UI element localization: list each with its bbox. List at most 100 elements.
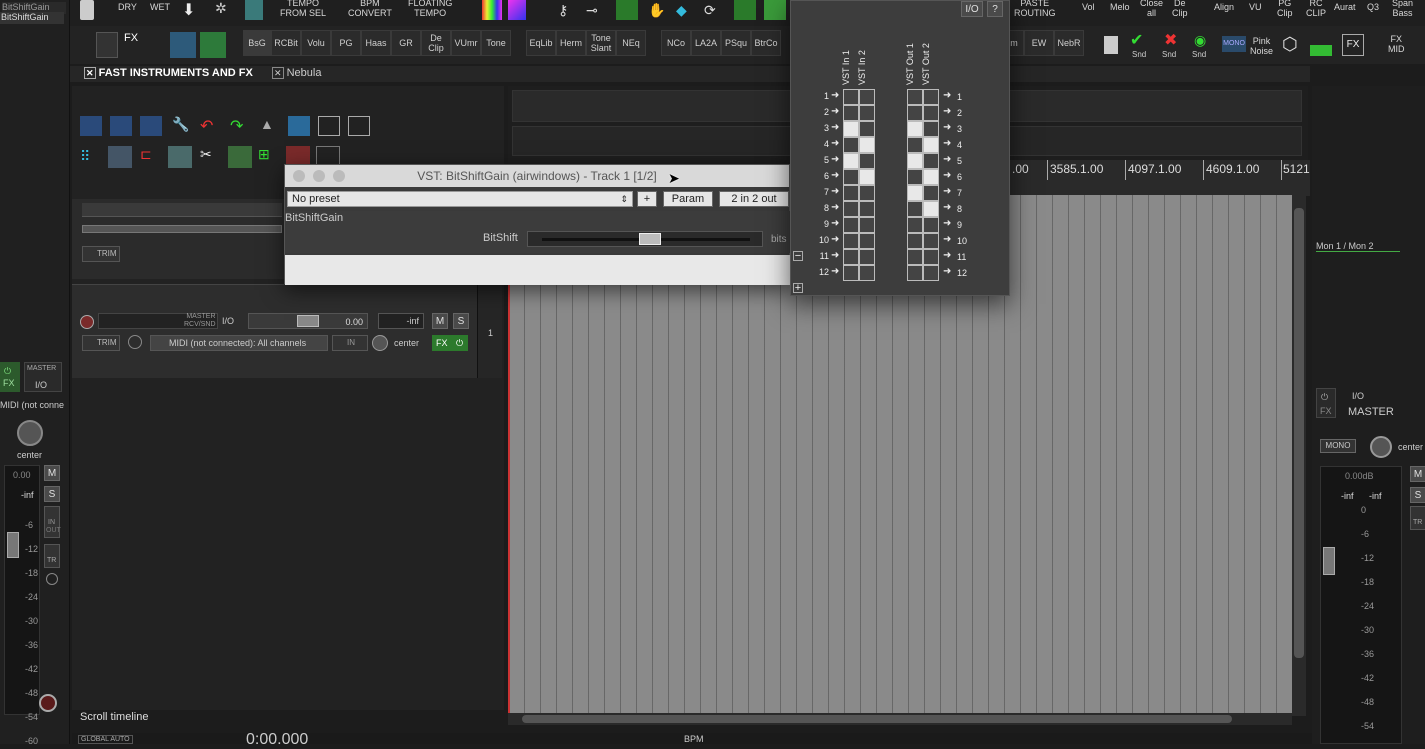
copy-icon[interactable] (348, 116, 370, 136)
pin-out-cell[interactable] (907, 153, 923, 169)
pin-out-cell[interactable] (907, 217, 923, 233)
horizontal-scrollbar[interactable] (508, 713, 1292, 725)
minimize-window-icon[interactable] (313, 170, 325, 182)
plug-icon[interactable]: ⊸ (586, 2, 598, 19)
io-routing-button[interactable]: 2 in 2 out (719, 191, 789, 207)
close-all-button[interactable]: Close all (1140, 0, 1163, 18)
add-tracks-icon[interactable] (764, 0, 786, 20)
psqu-button[interactable]: PSqu (721, 30, 751, 56)
scissors-icon[interactable]: ✂ (200, 146, 212, 163)
declip-fx-button[interactable]: De Clip (421, 30, 451, 56)
pg-clip-button[interactable]: PG Clip (1277, 0, 1293, 18)
close-window-icon[interactable] (293, 170, 305, 182)
pink-noise-button[interactable]: Pink Noise (1250, 36, 1273, 56)
pin-in-cell[interactable] (859, 105, 875, 121)
trash-icon[interactable] (80, 0, 94, 20)
tab-nebula[interactable]: ✕ Nebula (272, 67, 321, 81)
track-mute-button[interactable]: M (432, 313, 448, 329)
pencil-color-icon[interactable] (508, 0, 526, 20)
diamond-icon[interactable]: ◆ (676, 2, 687, 19)
pin-in-cell[interactable] (859, 201, 875, 217)
pin-out-cell[interactable] (923, 233, 939, 249)
pin-in-cell[interactable] (843, 105, 859, 121)
floating-tempo-button[interactable]: FLOATING TEMPO (408, 0, 452, 18)
midi-input-text[interactable]: MIDI (not conne (0, 400, 70, 410)
loop-icon[interactable]: ⟳ (704, 2, 716, 19)
volume-fader-handle[interactable] (7, 532, 19, 558)
pin-out-cell[interactable] (923, 137, 939, 153)
phase-icon[interactable] (46, 573, 58, 585)
paste-routing-button[interactable]: PASTE ROUTING (1014, 0, 1056, 18)
dry-button[interactable]: DRY (118, 2, 137, 12)
solo-button[interactable]: S (44, 486, 60, 502)
pin-in-cell[interactable] (843, 201, 859, 217)
volu-button[interactable]: Volu (301, 30, 331, 56)
param-button[interactable]: Param (663, 191, 713, 207)
pin-in-cell[interactable] (843, 89, 859, 105)
pin-in-cell[interactable] (843, 121, 859, 137)
fx-window-icon[interactable]: FX (1342, 34, 1364, 56)
pin-out-cell[interactable] (923, 169, 939, 185)
plugin-titlebar[interactable]: VST: BitShiftGain (airwindows) - Track 1… (285, 165, 789, 187)
add-pins-button[interactable]: + (793, 283, 803, 294)
global-automation-button[interactable]: GLOBAL AUTO (78, 735, 133, 744)
vertical-scrollbar-thumb[interactable] (1294, 208, 1304, 658)
vu-button[interactable]: VU (1249, 2, 1262, 12)
pin-out-cell[interactable] (923, 185, 939, 201)
color-icon[interactable] (482, 0, 502, 20)
fx-enable-button[interactable]: ⏻ FX (0, 362, 20, 392)
tab-fast-instruments[interactable]: ✕ FAST INSTRUMENTS AND FX (84, 67, 253, 81)
pin-out-cell[interactable] (923, 105, 939, 121)
pin-in-cell[interactable] (859, 169, 875, 185)
remove-pins-button[interactable]: − (793, 251, 803, 262)
pin-in-cell[interactable] (859, 153, 875, 169)
add-preset-button[interactable]: + (637, 191, 657, 207)
routing-icon[interactable] (170, 32, 196, 58)
rc-clip-button[interactable]: RC CLIP (1306, 0, 1326, 18)
bpm-convert-button[interactable]: BPM CONVERT (348, 0, 392, 18)
preset-select[interactable]: No preset ⇕ (287, 191, 633, 207)
width-slider[interactable] (82, 225, 282, 233)
vumr-button[interactable]: VUmr (451, 30, 481, 56)
pin-in-cell[interactable] (843, 169, 859, 185)
record-arm-icon[interactable] (39, 694, 57, 712)
eqlib-button[interactable]: EqLib (526, 30, 556, 56)
herm-button[interactable]: Herm (556, 30, 586, 56)
param-slider[interactable] (527, 231, 763, 247)
mute-button[interactable]: M (44, 465, 60, 481)
track-pan-knob[interactable] (372, 335, 388, 351)
pin-out-cell[interactable] (923, 89, 939, 105)
master-pan-knob[interactable] (1370, 436, 1392, 458)
record-arm-button[interactable] (80, 315, 94, 329)
pin-in-cell[interactable] (843, 217, 859, 233)
master-fx-button[interactable]: ⏻ FX (1316, 388, 1336, 418)
pin-out-cell[interactable] (907, 249, 923, 265)
nco-button[interactable]: NCo (661, 30, 691, 56)
pin-out-cell[interactable] (907, 137, 923, 153)
pin-out-cell[interactable] (923, 265, 939, 281)
vertical-scrollbar[interactable] (1292, 196, 1306, 716)
metronome-icon[interactable]: ▲ (260, 116, 274, 132)
master-io-button[interactable]: I/O (1352, 391, 1364, 401)
haas-button[interactable]: Haas (361, 30, 391, 56)
eye-icon[interactable]: ◉ (1194, 32, 1206, 49)
pin-out-cell[interactable] (907, 233, 923, 249)
timeline-ruler[interactable]: .00 3585.1.00 4097.1.00 4609.1.00 5121 (1010, 160, 1310, 196)
undo-icon[interactable]: ↶ (200, 116, 213, 136)
input-monitor-button[interactable]: IN (332, 335, 368, 351)
box-icon[interactable]: ⬡ (1282, 34, 1298, 55)
tempo-from-sel-button[interactable]: TEMPO FROM SEL (280, 0, 326, 18)
download-icon[interactable]: ⬇ (182, 0, 198, 20)
master-solo-button[interactable]: S (1410, 487, 1425, 503)
pin-out-cell[interactable] (923, 217, 939, 233)
rcbit-button[interactable]: RCBit (271, 30, 301, 56)
wrench-icon[interactable]: 🔧 (172, 116, 189, 133)
phase-invert-icon[interactable] (128, 335, 142, 349)
cube-icon[interactable] (1104, 36, 1118, 54)
snap-icon[interactable] (288, 116, 310, 136)
grid-tool-icon[interactable] (245, 0, 263, 20)
hand-icon[interactable]: ✋ (648, 2, 665, 19)
pin-in-cell[interactable] (859, 89, 875, 105)
check-icon[interactable]: ✔ (1130, 30, 1143, 50)
trim-button-top[interactable]: TRIM (82, 246, 120, 262)
